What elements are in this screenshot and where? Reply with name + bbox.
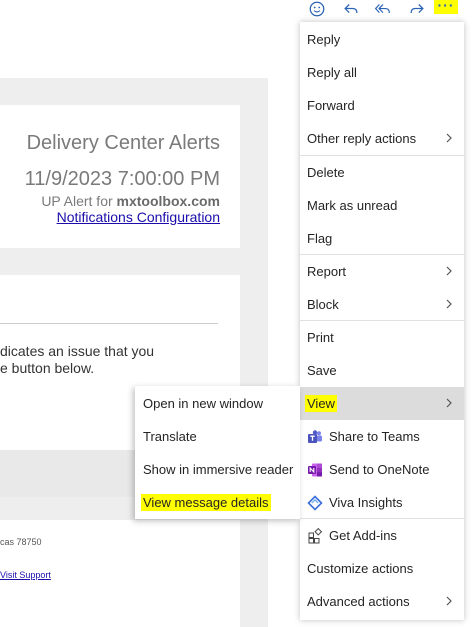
divider <box>0 323 218 324</box>
menu-item-label: View <box>305 395 337 412</box>
submenu-item-label: View message details <box>141 494 271 511</box>
menu-item-label: Report <box>307 264 347 279</box>
menu-item-advanced-actions[interactable]: Advanced actions <box>300 585 464 618</box>
menu-item-label: Reply <box>307 32 341 47</box>
footer-address: cas 78750 <box>0 537 42 547</box>
chevron-right-icon <box>443 595 455 607</box>
chevron-right-icon <box>443 265 455 277</box>
menu-item-delete[interactable]: Delete <box>300 156 464 189</box>
menu-item-send-to-onenote[interactable]: Send to OneNote <box>300 453 464 486</box>
submenu-item-view-message-details[interactable]: View message details <box>135 486 300 519</box>
menu-item-label: Share to Teams <box>329 429 420 444</box>
alert-line: UP Alert for mxtoolbox.com <box>41 193 220 209</box>
view-submenu: Open in new window Translate Show in imm… <box>135 386 300 519</box>
reply-all-icon[interactable] <box>372 0 394 18</box>
menu-item-mark-unread[interactable]: Mark as unread <box>300 189 464 222</box>
email-date: 11/9/2023 7:00:00 PM <box>24 168 220 190</box>
menu-item-label: Block <box>307 297 339 312</box>
email-title: Delivery Center Alerts <box>26 132 220 154</box>
menu-item-report[interactable]: Report <box>300 255 464 288</box>
chevron-right-icon <box>443 132 455 144</box>
visit-support-link[interactable]: Visit Support <box>0 570 51 580</box>
menu-item-block[interactable]: Block <box>300 288 464 321</box>
menu-item-label: Flag <box>307 231 333 246</box>
more-options-icon[interactable]: ··· <box>434 0 458 14</box>
submenu-item-label: Translate <box>143 429 197 444</box>
menu-item-customize-actions[interactable]: Customize actions <box>300 552 464 585</box>
email-header-card: Delivery Center Alerts 11/9/2023 7:00:00… <box>0 105 240 248</box>
menu-item-label: Mark as unread <box>307 198 398 213</box>
add-ins-icon <box>308 527 323 543</box>
submenu-item-immersive-reader[interactable]: Show in immersive reader <box>135 453 300 486</box>
teams-icon <box>308 429 322 443</box>
message-toolbar: ··· <box>300 0 474 18</box>
email-footer-card: cas 78750 Visit Support <box>0 520 240 627</box>
chevron-right-icon <box>443 397 455 409</box>
menu-item-forward[interactable]: Forward <box>300 89 464 122</box>
menu-item-share-to-teams[interactable]: Share to Teams <box>300 420 464 453</box>
menu-item-label: Print <box>307 330 334 345</box>
forward-icon[interactable] <box>406 0 428 18</box>
menu-item-label: Delete <box>307 165 345 180</box>
submenu-item-label: Show in immersive reader <box>143 462 294 477</box>
submenu-item-open-new-window[interactable]: Open in new window <box>135 387 300 420</box>
emoji-icon[interactable] <box>306 0 328 18</box>
menu-item-label: Other reply actions <box>307 131 417 146</box>
chevron-right-icon <box>443 298 455 310</box>
viva-insights-icon <box>307 494 323 511</box>
reply-icon[interactable] <box>340 0 362 18</box>
submenu-item-translate[interactable]: Translate <box>135 420 300 453</box>
menu-item-label: Viva Insights <box>329 495 403 510</box>
menu-item-label: Advanced actions <box>307 594 410 609</box>
menu-item-print[interactable]: Print <box>300 321 464 354</box>
body-text-line: e button below. <box>0 360 95 376</box>
notifications-config-link[interactable]: Notifications Configuration <box>57 209 220 225</box>
menu-item-save[interactable]: Save <box>300 354 464 387</box>
menu-item-reply-all[interactable]: Reply all <box>300 56 464 89</box>
menu-item-reply[interactable]: Reply <box>300 23 464 56</box>
submenu-item-label: Open in new window <box>143 396 263 411</box>
alert-prefix: UP Alert for <box>41 193 117 209</box>
menu-item-get-add-ins[interactable]: Get Add-ins <box>300 519 464 552</box>
menu-item-other-reply-actions[interactable]: Other reply actions <box>300 122 464 155</box>
menu-item-label: Get Add-ins <box>329 528 397 543</box>
menu-item-label: Forward <box>307 98 355 113</box>
alert-domain: mxtoolbox.com <box>116 193 220 209</box>
menu-item-flag[interactable]: Flag <box>300 222 464 255</box>
menu-item-viva-insights[interactable]: Viva Insights <box>300 486 464 519</box>
menu-item-view[interactable]: View <box>300 387 464 420</box>
menu-item-label: Send to OneNote <box>329 462 430 477</box>
more-actions-menu: Reply Reply all Forward Other reply acti… <box>300 22 464 620</box>
menu-item-label: Save <box>307 363 337 378</box>
body-text-line: dicates an issue that you <box>0 343 155 359</box>
menu-item-label: Customize actions <box>307 561 414 576</box>
menu-item-label: Reply all <box>307 65 357 80</box>
onenote-icon <box>308 463 322 476</box>
